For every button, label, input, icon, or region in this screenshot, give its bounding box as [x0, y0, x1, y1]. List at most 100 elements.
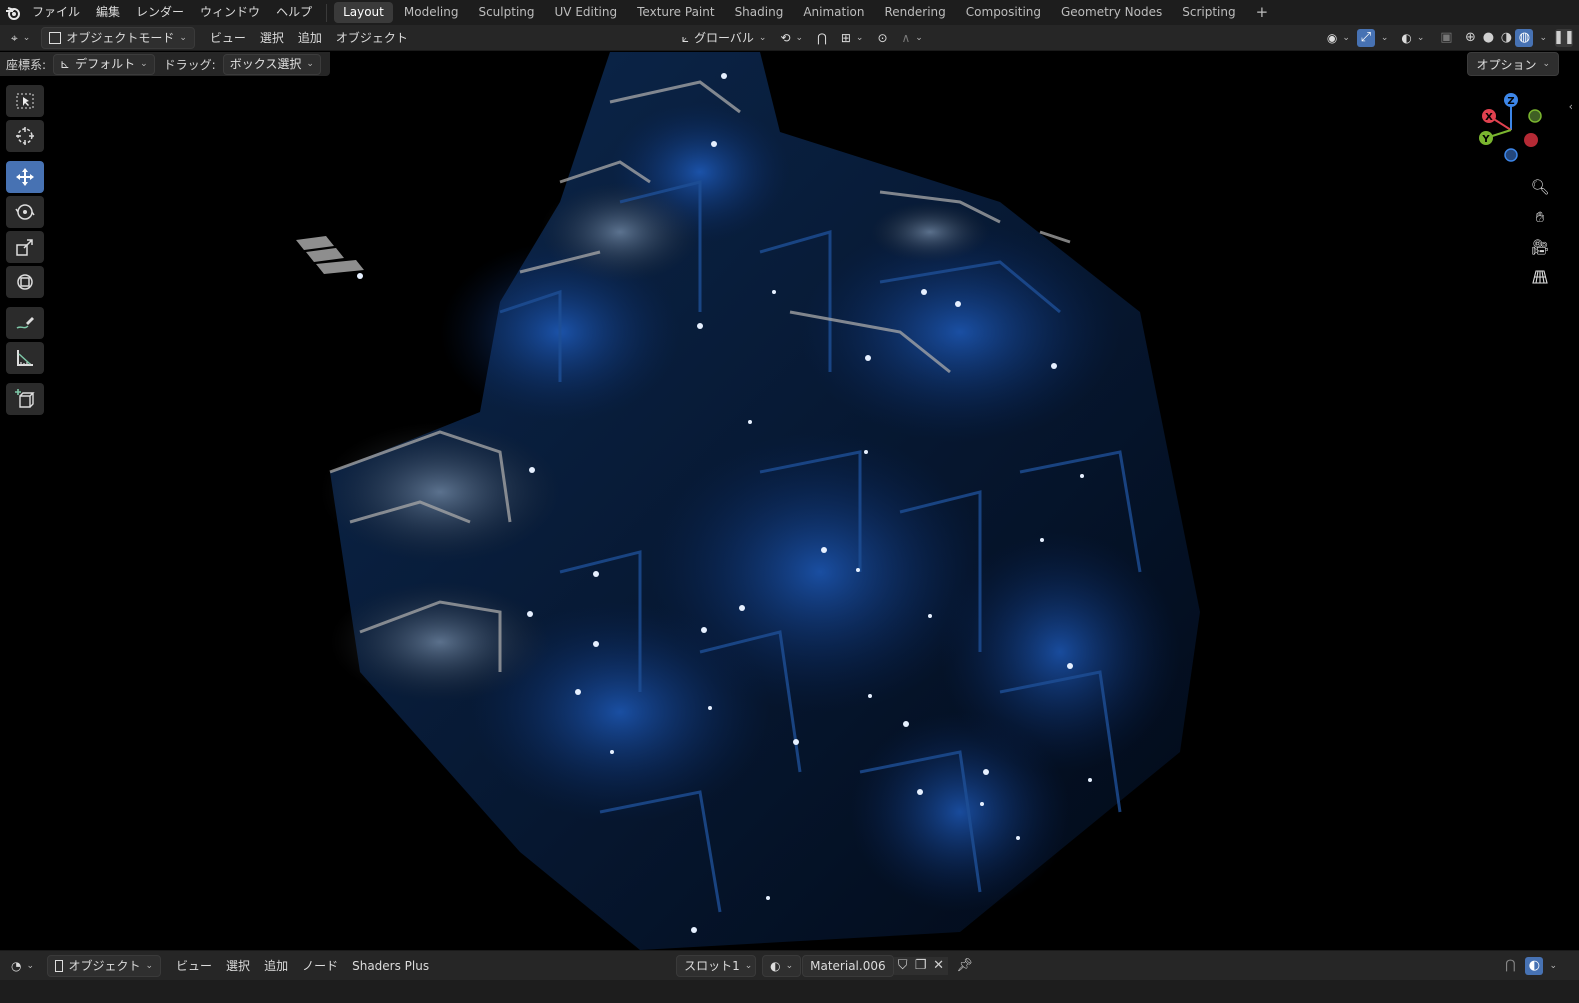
xray-toggle[interactable]: ▣ [1437, 29, 1455, 47]
menu-window[interactable]: ウィンドウ [192, 0, 268, 25]
orientation-dropdown[interactable]: ⊾ デフォルト ⌄ [53, 53, 155, 75]
divider [326, 3, 328, 22]
editor-type-button[interactable]: ◔ ⌄ [4, 956, 41, 976]
cursor-tool[interactable] [6, 120, 44, 152]
footer-menu-view[interactable]: ビュー [169, 956, 219, 976]
footer-menu-select[interactable]: 選択 [219, 956, 257, 976]
chevron-down-icon: ⌄ [1342, 32, 1350, 43]
tab-rendering[interactable]: Rendering [876, 2, 955, 23]
tab-uv-editing[interactable]: UV Editing [546, 2, 627, 23]
shading-material-button[interactable]: ◑ [1497, 29, 1515, 47]
menu-view[interactable]: ビュー [203, 28, 253, 48]
chevron-down-icon: ⌄ [26, 960, 35, 971]
blender-logo-icon[interactable] [2, 4, 24, 22]
menu-object[interactable]: オブジェクト [329, 28, 415, 48]
shading-wireframe-button[interactable]: ⊕ [1461, 29, 1479, 47]
measure-tool[interactable] [6, 342, 44, 374]
proportional-edit-toggle[interactable]: ⊙ [870, 28, 894, 48]
snap-target-dropdown[interactable]: ⊞ ⌄ [834, 28, 871, 48]
tab-animation[interactable]: Animation [794, 2, 873, 23]
camera-view-button[interactable]: 🎥︎ [1527, 234, 1553, 260]
rotate-tool[interactable] [6, 196, 44, 228]
menu-select[interactable]: 選択 [253, 28, 291, 48]
fake-user-button[interactable]: ⛉ [893, 956, 912, 975]
magnifier-icon: 🔍︎ [1530, 178, 1550, 196]
orientation-value: デフォルト [75, 56, 136, 71]
viewport-3d[interactable]: 座標系: ⊾ デフォルト ⌄ ドラッグ: ボックス選択 ⌄ オプション ⌄ ‹ [0, 52, 1579, 950]
sidebar-toggle-icon[interactable]: ‹ [1569, 100, 1573, 113]
mode-dropdown[interactable]: オブジェクトモード ⌄ [41, 26, 195, 49]
chevron-down-icon: ⌄ [22, 32, 31, 43]
duplicate-material-button[interactable]: ❐ [911, 956, 930, 975]
perspective-toggle-button[interactable] [1527, 264, 1553, 290]
chevron-down-icon[interactable]: ⌄ [1381, 33, 1389, 43]
pause-render-button[interactable]: ❚❚ [1553, 28, 1575, 47]
transform-orientation-dropdown[interactable]: ⟀ グローバル ⌄ [675, 28, 774, 48]
options-dropdown[interactable]: オプション ⌄ [1467, 52, 1559, 76]
overlays-toggle[interactable]: ◐ ⌄ [1394, 28, 1431, 48]
shading-solid-button[interactable]: ● [1479, 29, 1497, 47]
pivot-icon: ⟲ [780, 30, 791, 45]
shader-type-dropdown[interactable]: オブジェクト ⌄ [47, 954, 162, 977]
slot-dropdown[interactable]: スロット1 ⌄ [676, 954, 757, 977]
pause-icon: ❚❚ [1553, 30, 1575, 45]
editor-type-icon: ⌖ [11, 30, 18, 45]
add-workspace-button[interactable]: + [1247, 2, 1278, 23]
menu-render[interactable]: レンダー [128, 0, 192, 25]
pivot-point-dropdown[interactable]: ⟲ ⌄ [773, 28, 810, 48]
proportional-falloff-dropdown[interactable]: ∧ ⌄ [895, 28, 930, 48]
material-sphere-icon: ◑ [1500, 30, 1513, 45]
chevron-down-icon[interactable]: ⌄ [1549, 961, 1557, 971]
drag-dropdown[interactable]: ボックス選択 ⌄ [222, 53, 321, 75]
snap-toggle[interactable]: ⋂ [810, 28, 834, 48]
select-box-icon [16, 93, 34, 109]
tool-shelf [6, 85, 46, 418]
pin-button[interactable]: 📌︎ [956, 957, 974, 975]
tab-scripting[interactable]: Scripting [1173, 2, 1244, 23]
chevron-down-icon: ⌄ [915, 32, 923, 43]
material-name-field[interactable]: Material.006 [802, 954, 894, 977]
visibility-dropdown[interactable]: ◉ ⌄ [1320, 28, 1357, 48]
menu-help[interactable]: ヘルプ [268, 0, 320, 25]
add-cube-tool[interactable] [6, 383, 44, 415]
gizmo-toggle[interactable]: ⤢ [1356, 28, 1375, 47]
material-browse-button[interactable]: ◐ ⌄ [762, 954, 802, 977]
eye-icon: ◉ [1326, 30, 1338, 45]
menu-file[interactable]: ファイル [24, 0, 88, 25]
tab-shading[interactable]: Shading [726, 2, 793, 23]
annotate-tool[interactable] [6, 307, 44, 339]
menu-edit[interactable]: 編集 [88, 0, 128, 25]
footer-menu-node[interactable]: ノード [295, 956, 345, 976]
pencil-icon [16, 317, 34, 329]
footer-menu-shaders-plus[interactable]: Shaders Plus [345, 956, 436, 976]
scale-tool[interactable] [6, 231, 44, 263]
move-tool[interactable] [6, 161, 44, 193]
tab-layout[interactable]: Layout [334, 2, 393, 23]
tab-modeling[interactable]: Modeling [395, 2, 468, 23]
zoom-button[interactable]: 🔍︎ [1527, 174, 1553, 200]
tab-geometry-nodes[interactable]: Geometry Nodes [1052, 2, 1171, 23]
chevron-down-icon: ⌄ [179, 32, 187, 43]
transform-tool[interactable] [6, 266, 44, 298]
gizmo-z-label: Z [1507, 96, 1514, 107]
pan-button[interactable]: ✋︎ [1527, 204, 1553, 230]
select-box-tool[interactable] [6, 85, 44, 117]
editor-type-button[interactable]: ⌖ ⌄ [4, 28, 37, 48]
chevron-down-icon: ⌄ [785, 960, 794, 971]
unlink-material-button[interactable]: ✕ [929, 956, 948, 975]
tab-compositing[interactable]: Compositing [957, 2, 1050, 23]
chevron-down-icon[interactable]: ⌄ [1539, 33, 1547, 43]
options-label: オプション [1476, 57, 1537, 72]
footer-menu-add[interactable]: 追加 [257, 956, 295, 976]
shading-rendered-button[interactable]: ◍ [1515, 28, 1534, 47]
chevron-down-icon: ⌄ [306, 58, 314, 69]
tab-sculpting[interactable]: Sculpting [469, 2, 543, 23]
overlays-toggle[interactable]: ◐ [1525, 956, 1544, 975]
copy-icon: ❐ [914, 958, 927, 973]
snap-toggle[interactable]: ⋂ [1501, 957, 1519, 975]
material-sphere-icon: ◐ [770, 958, 781, 973]
navigation-gizmo[interactable]: Z X Y [1471, 90, 1551, 170]
gizmo-icon: ⤢ [1360, 30, 1372, 45]
tab-texture-paint[interactable]: Texture Paint [628, 2, 723, 23]
menu-add[interactable]: 追加 [291, 28, 329, 48]
